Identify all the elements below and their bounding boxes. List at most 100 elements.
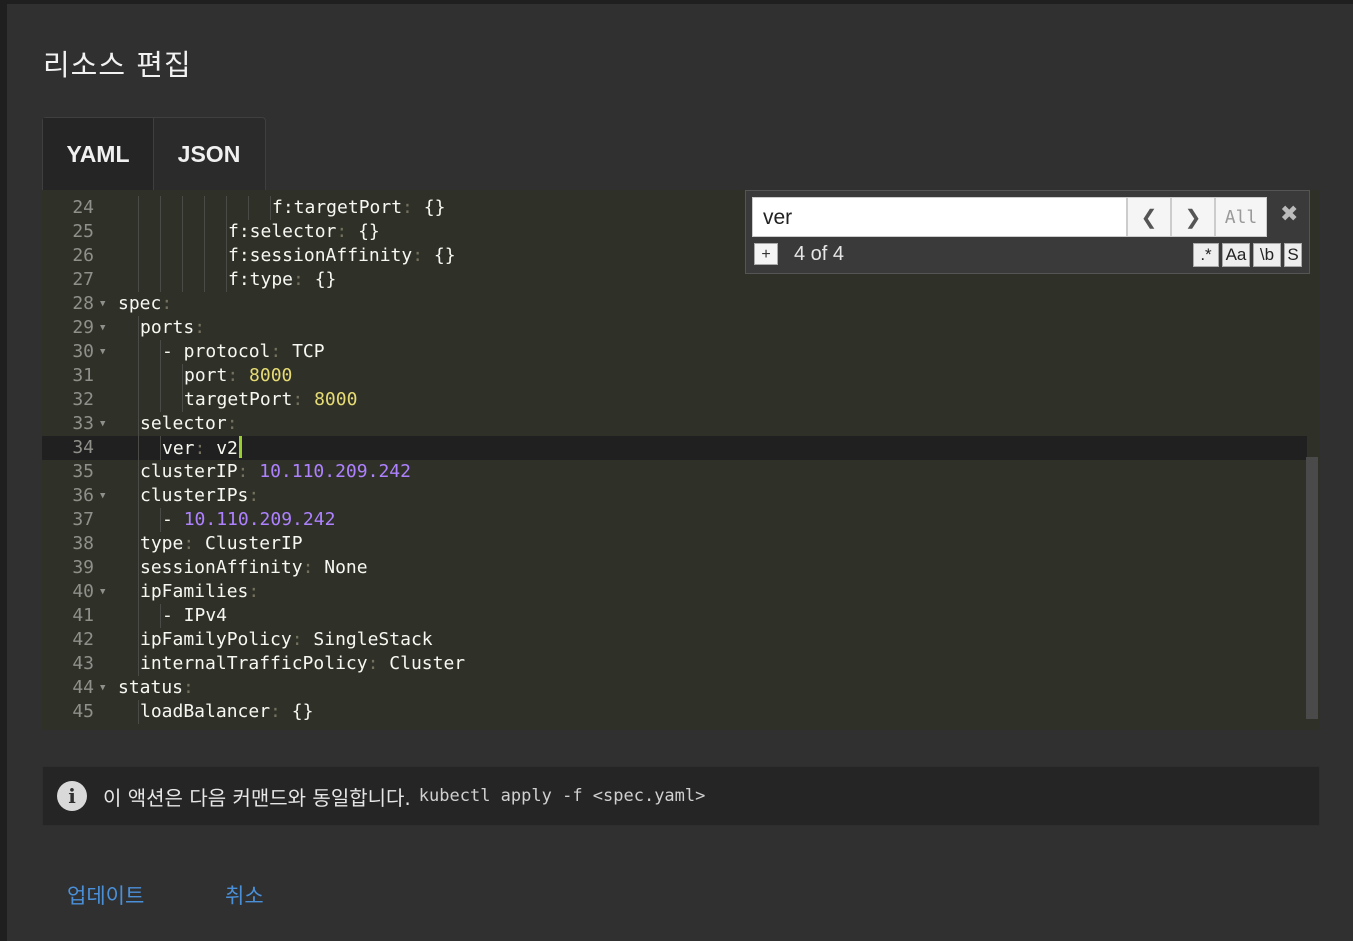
indent-guide — [138, 412, 139, 436]
info-text: 이 액션은 다음 커맨드와 동일합니다. — [103, 785, 411, 810]
line-number: 37 — [72, 509, 94, 530]
code-token: TCP — [292, 341, 325, 362]
code-token: ipFamilyPolicy — [140, 629, 292, 650]
indent-guide — [160, 364, 161, 388]
indent-guide — [182, 268, 183, 292]
code-token: clusterIPs — [140, 485, 249, 506]
line-number: 35 — [72, 461, 94, 482]
code-line[interactable]: 29 ▼ ports: — [42, 316, 1307, 340]
code-line[interactable]: 44 ▼ status: — [42, 676, 1307, 700]
info-banner: i 이 액션은 다음 커맨드와 동일합니다. kubectl apply -f … — [42, 766, 1320, 826]
code-token: : — [270, 341, 293, 362]
code-token: : — [161, 293, 173, 314]
fold-toggle-icon[interactable]: ▼ — [100, 292, 105, 316]
line-number: 31 — [72, 365, 94, 386]
indent-guide — [270, 196, 271, 220]
indent-guide — [160, 244, 161, 268]
indent-guide — [138, 628, 139, 652]
code-text: loadBalancer: {} — [140, 700, 313, 724]
code-line[interactable]: 43 internalTrafficPolicy: Cluster — [42, 652, 1307, 676]
code-line[interactable]: 28 ▼ spec: — [42, 292, 1307, 316]
line-number: 43 — [72, 653, 94, 674]
code-line[interactable]: 39 sessionAffinity: None — [42, 556, 1307, 580]
expand-replace-button[interactable]: + — [754, 243, 778, 265]
code-token: spec — [118, 293, 162, 314]
format-tabs: YAML JSON — [42, 117, 266, 191]
code-text: f:targetPort: {} — [272, 196, 445, 220]
line-number: 42 — [72, 629, 94, 650]
code-token: {} — [423, 197, 446, 218]
code-text: port: 8000 — [184, 364, 292, 388]
fold-toggle-icon[interactable]: ▼ — [100, 484, 105, 508]
code-line[interactable]: 34 ver: v2 — [42, 436, 1307, 460]
code-token: {} — [291, 701, 314, 722]
whole-word-toggle[interactable]: \b — [1253, 243, 1281, 267]
code-line[interactable]: 42 ipFamilyPolicy: SingleStack — [42, 628, 1307, 652]
cancel-button[interactable]: 취소 — [225, 880, 264, 910]
code-line[interactable]: 36 ▼ clusterIPs: — [42, 484, 1307, 508]
code-token: - protocol — [162, 341, 271, 362]
code-line[interactable]: 45 loadBalancer: {} — [42, 700, 1307, 724]
code-token: : — [367, 653, 390, 674]
indent-guide — [160, 196, 161, 220]
update-button[interactable]: 업데이트 — [67, 880, 144, 910]
code-token: : — [226, 413, 238, 434]
code-line[interactable]: 35 clusterIP: 10.110.209.242 — [42, 460, 1307, 484]
find-all-button[interactable]: All — [1215, 197, 1267, 237]
chevron-left-icon[interactable]: ❮ — [1127, 197, 1171, 237]
indent-guide — [160, 268, 161, 292]
search-in-selection-toggle[interactable]: S — [1284, 243, 1302, 267]
indent-guide — [226, 244, 227, 268]
code-token: selector — [140, 413, 227, 434]
indent-guide — [160, 436, 161, 460]
code-token: internalTrafficPolicy — [140, 653, 368, 674]
search-input[interactable]: ver — [752, 197, 1127, 237]
indent-guide — [138, 196, 139, 220]
line-number: 26 — [72, 245, 94, 266]
code-text: targetPort: 8000 — [184, 388, 357, 412]
chevron-right-icon[interactable]: ❯ — [1171, 197, 1215, 237]
indent-guide — [160, 220, 161, 244]
code-token: f:targetPort — [272, 197, 403, 218]
code-line[interactable]: 38 type: ClusterIP — [42, 532, 1307, 556]
code-token: status — [118, 677, 184, 698]
tab-json[interactable]: JSON — [154, 118, 264, 190]
code-token: 10.110.209.242 — [259, 461, 411, 482]
code-line[interactable]: 41 - IPv4 — [42, 604, 1307, 628]
code-line[interactable]: 32 targetPort: 8000 — [42, 388, 1307, 412]
fold-toggle-icon[interactable]: ▼ — [100, 412, 105, 436]
indent-guide — [160, 388, 161, 412]
code-token: 8000 — [249, 365, 293, 386]
code-token: ports — [140, 317, 195, 338]
editor-scrollbar[interactable] — [1306, 457, 1318, 719]
code-line[interactable]: 37 - 10.110.209.242 — [42, 508, 1307, 532]
code-line[interactable]: 40 ▼ ipFamilies: — [42, 580, 1307, 604]
code-line[interactable]: 31 port: 8000 — [42, 364, 1307, 388]
line-number: 41 — [72, 605, 94, 626]
fold-toggle-icon[interactable]: ▼ — [100, 316, 105, 340]
fold-toggle-icon[interactable]: ▼ — [100, 676, 105, 700]
code-token: : — [237, 461, 260, 482]
search-panel: ver ❮ ❯ All ✖ + 4 of 4 .* Aa \b S — [745, 190, 1310, 274]
code-token: - IPv4 — [162, 605, 228, 626]
case-sensitive-toggle[interactable]: Aa — [1222, 243, 1250, 267]
fold-toggle-icon[interactable]: ▼ — [100, 340, 105, 364]
indent-guide — [138, 508, 139, 532]
code-token: {} — [314, 269, 337, 290]
line-number: 40 — [72, 581, 94, 602]
tab-yaml[interactable]: YAML — [43, 118, 154, 190]
indent-guide — [138, 244, 139, 268]
code-token: ClusterIP — [205, 533, 303, 554]
code-text: selector: — [140, 412, 238, 436]
close-icon[interactable]: ✖ — [1280, 201, 1298, 227]
code-token: f:sessionAffinity — [228, 245, 413, 266]
code-token: loadBalancer — [140, 701, 271, 722]
code-token: {} — [358, 221, 380, 242]
code-line[interactable]: 30 ▼ - protocol: TCP — [42, 340, 1307, 364]
indent-guide — [204, 196, 205, 220]
code-token: : — [291, 629, 314, 650]
regex-toggle[interactable]: .* — [1193, 243, 1219, 267]
code-token: 8000 — [314, 389, 358, 410]
fold-toggle-icon[interactable]: ▼ — [100, 580, 105, 604]
code-line[interactable]: 33 ▼ selector: — [42, 412, 1307, 436]
